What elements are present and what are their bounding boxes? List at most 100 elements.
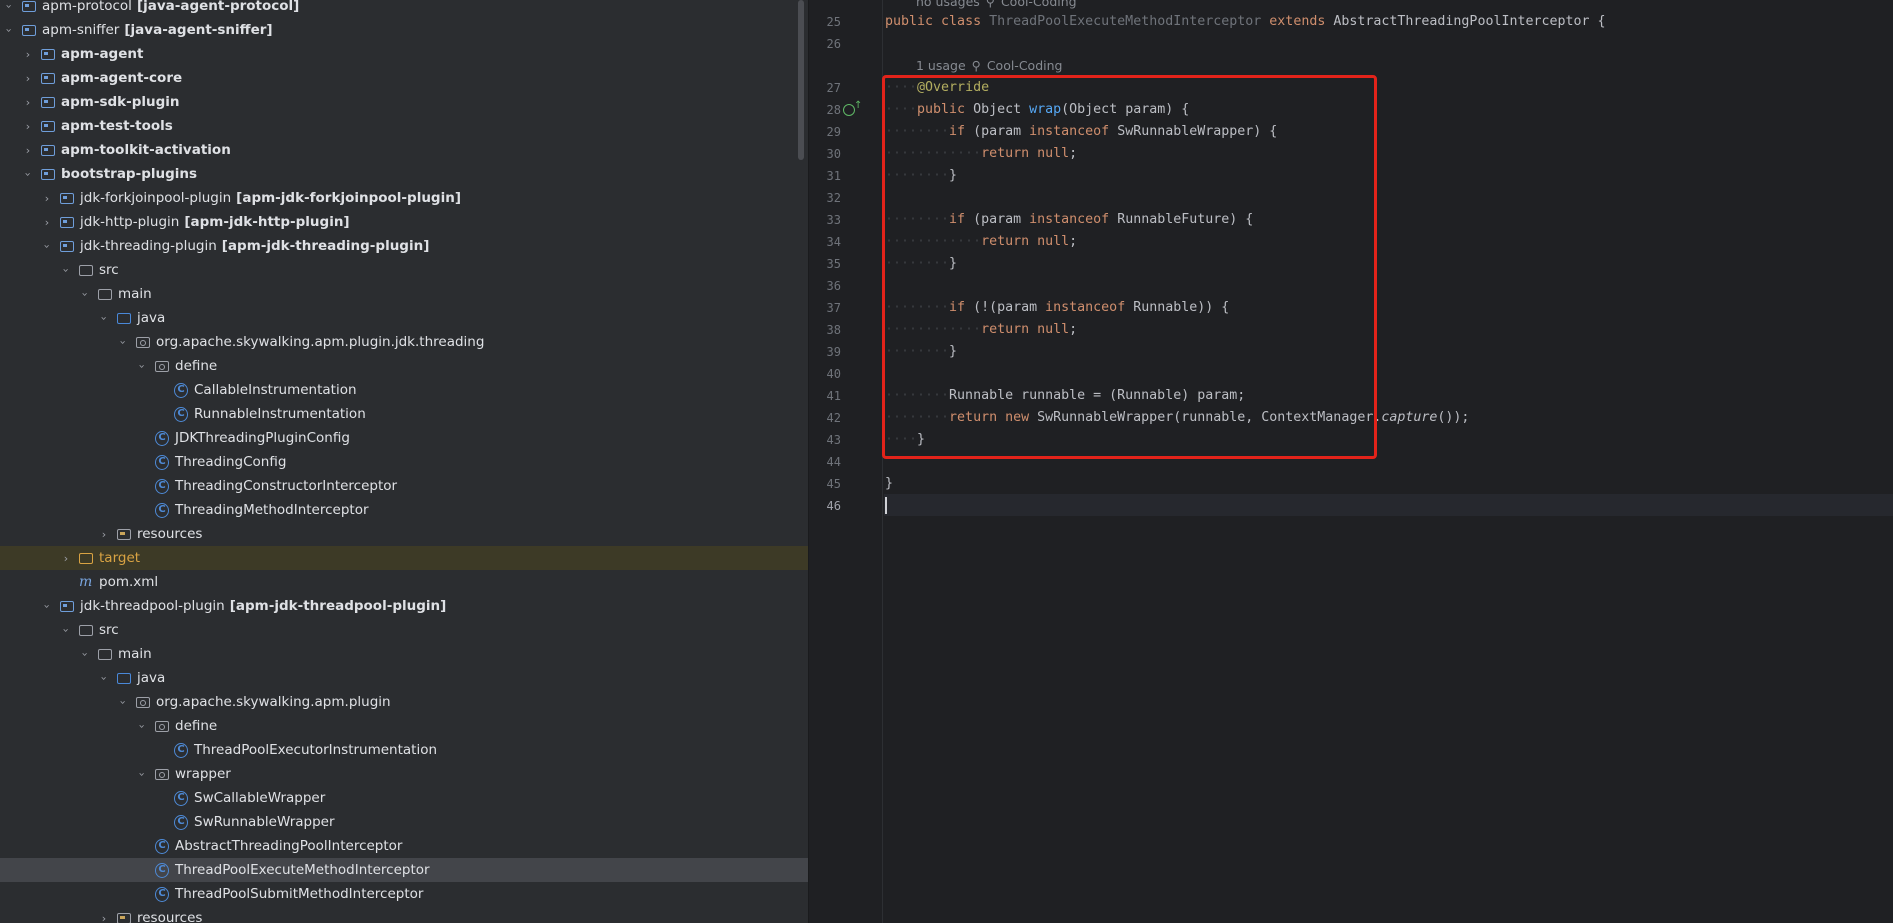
chevron-down-icon[interactable]: ›: [3, 0, 16, 13]
implements-arrow-icon[interactable]: ↑: [854, 100, 862, 111]
tree-item[interactable]: › define: [0, 714, 808, 738]
tree-item[interactable]: › apm-sniffer [java-agent-sniffer]: [0, 18, 797, 42]
code-vision-hint[interactable]: no usages ⚲ Cool-Coding: [916, 0, 1077, 13]
chevron-down-icon[interactable]: ›: [98, 311, 111, 325]
package-icon: [155, 769, 169, 780]
chevron-down-icon[interactable]: ›: [136, 719, 149, 733]
chevron-right-icon[interactable]: ›: [21, 144, 35, 157]
tree-item-label: pom.xml: [99, 574, 159, 590]
line-number: 32: [826, 191, 841, 205]
tree-item[interactable]: › org.apache.skywalking.apm.plugin.jdk.th…: [0, 330, 808, 354]
chevron-down-icon[interactable]: ›: [22, 167, 35, 181]
tree-item[interactable]: › jdk-threading-plugin [apm-jdk-threading-…: [0, 234, 808, 258]
module-folder-icon: [60, 193, 74, 204]
tree-item[interactable]: › define: [0, 354, 808, 378]
chevron-right-icon[interactable]: ›: [59, 552, 73, 565]
chevron-right-icon[interactable]: ›: [40, 192, 54, 205]
tree-item[interactable]: ›SwRunnableWrapper: [0, 810, 808, 834]
line-number: 33: [826, 213, 841, 227]
module-folder-icon: [22, 25, 36, 36]
chevron-down-icon[interactable]: ›: [79, 647, 92, 661]
tree-item[interactable]: › apm-protocol [java-agent-protocol]: [0, 0, 797, 18]
tree-item[interactable]: › jdk-forkjoinpool-plugin [apm-jdk-forkjoi…: [0, 186, 808, 210]
tree-scrollbar[interactable]: [798, 0, 804, 160]
chevron-down-icon[interactable]: ›: [117, 335, 130, 349]
tree-item[interactable]: ›JDKThreadingPluginConfig: [0, 426, 808, 450]
chevron-down-icon[interactable]: ›: [98, 671, 111, 685]
tree-item[interactable]: › src: [0, 258, 808, 282]
chevron-down-icon[interactable]: ›: [60, 263, 73, 277]
tree-item[interactable]: › java: [0, 666, 808, 690]
chevron-down-icon[interactable]: ›: [136, 359, 149, 373]
code-token: capture: [1381, 410, 1438, 425]
source-folder-icon: [117, 313, 131, 324]
tree-item[interactable]: › apm-agent: [0, 42, 808, 66]
chevron-right-icon[interactable]: ›: [97, 528, 111, 541]
tree-item[interactable]: ›ThreadPoolExecuteMethodInterceptor: [0, 858, 808, 882]
chevron-right-icon[interactable]: ›: [21, 72, 35, 85]
code-line[interactable]: public class ThreadPoolExecuteMethodInte…: [885, 11, 1606, 33]
tree-item-label: ThreadingConfig: [175, 454, 287, 470]
tree-item[interactable]: › java: [0, 306, 808, 330]
tree-item[interactable]: › jdk-http-plugin [apm-jdk-http-plugin]: [0, 210, 808, 234]
tree-item[interactable]: › apm-toolkit-activation: [0, 138, 808, 162]
author-name[interactable]: Cool-Coding: [987, 58, 1063, 73]
tree-item-label: org.apache.skywalking.apm.plugin: [156, 694, 391, 710]
chevron-down-icon[interactable]: ›: [79, 287, 92, 301]
chevron-right-icon[interactable]: ›: [21, 96, 35, 109]
code-vision-hint[interactable]: 1 usage ⚲ Cool-Coding: [916, 55, 1062, 77]
chevron-down-icon[interactable]: ›: [136, 767, 149, 781]
tree-item[interactable]: › bootstrap-plugins: [0, 162, 808, 186]
code-token: }: [885, 476, 894, 491]
tree-item[interactable]: ›SwCallableWrapper: [0, 786, 808, 810]
tree-item[interactable]: › src: [0, 618, 808, 642]
tree-item[interactable]: › wrapper: [0, 762, 808, 786]
line-number: 28: [826, 103, 841, 117]
chevron-right-icon[interactable]: ›: [97, 912, 111, 923]
tree-item-label: wrapper: [175, 766, 231, 782]
tree-item-label: apm-sniffer: [42, 22, 120, 38]
tree-item[interactable]: ›ThreadingConfig: [0, 450, 808, 474]
tree-item[interactable]: ›ThreadingMethodInterceptor: [0, 498, 808, 522]
tree-item[interactable]: › resources: [0, 906, 808, 923]
chevron-right-icon[interactable]: ›: [21, 48, 35, 61]
tree-item-label: org.apache.skywalking.apm.plugin.jdk.thr…: [156, 334, 485, 350]
tree-item[interactable]: › org.apache.skywalking.apm.plugin: [0, 690, 808, 714]
author-name[interactable]: Cool-Coding: [1001, 0, 1077, 9]
tree-item[interactable]: › apm-sdk-plugin: [0, 90, 808, 114]
tree-item[interactable]: ›pom.xml: [0, 570, 808, 594]
folder-icon: [79, 265, 93, 276]
tree-item-label: AbstractThreadingPoolInterceptor: [175, 838, 403, 854]
tree-item[interactable]: › main: [0, 282, 808, 306]
tree-item[interactable]: › apm-agent-core: [0, 66, 808, 90]
folder-icon: [98, 649, 112, 660]
tree-item[interactable]: › apm-test-tools: [0, 114, 808, 138]
tree-item[interactable]: ›ThreadPoolExecutorInstrumentation: [0, 738, 808, 762]
tree-item[interactable]: › jdk-threadpool-plugin [apm-jdk-threadpoo…: [0, 594, 808, 618]
tree-item[interactable]: ›CallableInstrumentation: [0, 378, 808, 402]
module-folder-icon: [41, 169, 55, 180]
code-line[interactable]: }: [885, 473, 893, 495]
usage-count[interactable]: 1 usage: [916, 58, 966, 73]
code-editor[interactable]: 25 26 27 28 29 30 31 32 33 34 35 36 37 38 39 40 41 42 43 44…: [809, 0, 1893, 923]
chevron-down-icon[interactable]: ›: [60, 623, 73, 637]
tree-item[interactable]: › target: [0, 546, 808, 570]
tree-item[interactable]: ›RunnableInstrumentation: [0, 402, 808, 426]
chevron-right-icon[interactable]: ›: [40, 216, 54, 229]
tree-item[interactable]: ›ThreadingConstructorInterceptor: [0, 474, 808, 498]
tree-item-label: jdk-http-plugin: [80, 214, 180, 230]
chevron-down-icon[interactable]: ›: [117, 695, 130, 709]
chevron-down-icon[interactable]: ›: [3, 23, 16, 37]
chevron-down-icon[interactable]: ›: [41, 599, 54, 613]
tree-item[interactable]: › main: [0, 642, 808, 666]
tree-item-label: java: [137, 670, 166, 686]
usage-count[interactable]: no usages: [916, 0, 980, 9]
chevron-down-icon[interactable]: ›: [41, 239, 54, 253]
tree-item[interactable]: › resources: [0, 522, 808, 546]
tree-item[interactable]: ›ThreadPoolSubmitMethodInterceptor: [0, 882, 808, 906]
tree-item[interactable]: ›AbstractThreadingPoolInterceptor: [0, 834, 808, 858]
line-number: 26: [826, 37, 841, 51]
tree-item-label: apm-sdk-plugin: [61, 94, 180, 110]
chevron-right-icon[interactable]: ›: [21, 120, 35, 133]
tree-item-label: SwCallableWrapper: [194, 790, 326, 806]
